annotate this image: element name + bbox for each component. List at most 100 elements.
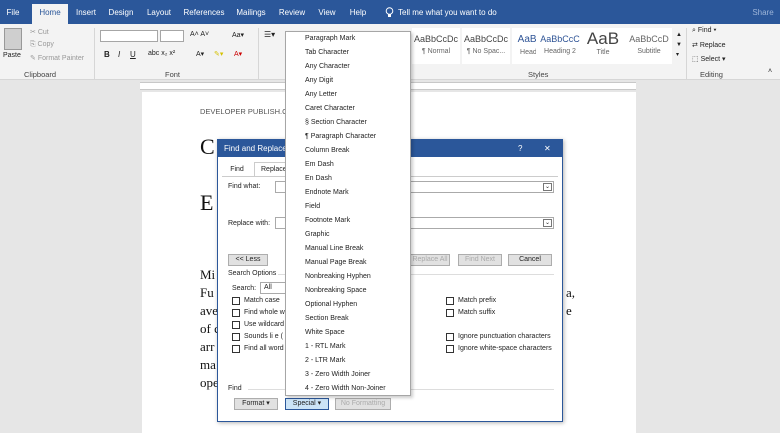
select-label: Select — [700, 56, 721, 63]
select-button[interactable]: ⬚ Select ▾ — [692, 55, 726, 63]
find-whole-words-checkbox[interactable] — [232, 309, 240, 317]
special-menu-item[interactable]: Tab Character — [305, 49, 349, 56]
less-button[interactable]: << Less — [228, 254, 268, 266]
style-no-spacing[interactable]: AaBbCcDc ¶ No Spac... — [462, 28, 510, 64]
tab-find[interactable]: Find — [224, 164, 250, 176]
italic-button[interactable]: I — [118, 50, 120, 59]
special-menu-item[interactable]: White Space — [305, 329, 345, 336]
format-painter-label: Format Painter — [37, 55, 85, 62]
collapse-ribbon-icon[interactable]: ˄ — [768, 68, 772, 75]
use-wildcards-checkbox[interactable] — [232, 321, 240, 329]
special-menu-item[interactable]: Any Letter — [305, 91, 337, 98]
special-menu-item[interactable]: Column Break — [305, 147, 349, 154]
search-icon: ⌕ — [692, 27, 696, 34]
share-button[interactable]: Share — [748, 0, 778, 24]
match-suffix-checkbox[interactable] — [446, 309, 454, 317]
find-all-word-forms-checkbox[interactable] — [232, 345, 240, 353]
special-menu-item[interactable]: 2 - LTR Mark — [305, 357, 345, 364]
ignore-whitespace-checkbox[interactable] — [446, 345, 454, 353]
doc-heading-cap: C — [200, 134, 215, 159]
match-case-checkbox[interactable] — [232, 297, 240, 305]
special-menu-item[interactable]: Endnote Mark — [305, 189, 349, 196]
change-case-icon[interactable]: Aa▾ — [232, 31, 244, 39]
cancel-button[interactable]: Cancel — [508, 254, 552, 266]
replace-all-button[interactable]: Replace All — [410, 254, 450, 266]
chevron-down-icon[interactable]: ⌄ — [543, 183, 552, 191]
underline-button[interactable]: U — [130, 50, 136, 59]
special-menu-item[interactable]: Section Break — [305, 315, 349, 322]
sounds-like-checkbox[interactable] — [232, 333, 240, 341]
font-name-field[interactable] — [100, 30, 158, 42]
special-menu-item[interactable]: En Dash — [305, 175, 332, 182]
font-size-field[interactable] — [160, 30, 184, 42]
no-formatting-button[interactable]: No Formatting — [335, 398, 391, 410]
format-painter-button[interactable]: ✎ Format Painter — [30, 54, 84, 62]
doc-line: ope — [200, 375, 219, 390]
special-menu-item[interactable]: ¶ Paragraph Character — [305, 133, 376, 140]
close-icon[interactable]: ✕ — [544, 140, 551, 157]
search-direction-select[interactable]: All — [260, 282, 286, 294]
tab-layout[interactable]: Layout — [142, 0, 176, 24]
help-button[interactable]: ? — [518, 140, 522, 157]
special-menu-item[interactable]: Optional Hyphen — [305, 301, 357, 308]
special-menu-item[interactable]: Footnote Mark — [305, 217, 350, 224]
replace-button[interactable]: ⇄ Replace — [692, 41, 726, 49]
special-menu-item[interactable]: Any Digit — [305, 77, 333, 84]
special-menu-item[interactable]: 4 - Zero Width Non-Joiner — [305, 385, 386, 392]
find-next-button[interactable]: Find Next — [458, 254, 502, 266]
replace-label: Replace — [699, 42, 726, 49]
tell-me-search[interactable]: Tell me what you want to do — [398, 0, 508, 24]
style-preview: AaBbCcDc — [413, 34, 458, 44]
tab-view[interactable]: View — [314, 0, 340, 24]
tab-help[interactable]: Help — [346, 0, 370, 24]
tab-review[interactable]: Review — [276, 0, 308, 24]
tab-mailings[interactable]: Mailings — [232, 0, 270, 24]
find-button[interactable]: ⌕ Find ▾ — [692, 27, 716, 35]
doc-line-fragment: e — [566, 303, 572, 318]
special-menu-item[interactable]: § Section Character — [305, 119, 367, 126]
tab-insert[interactable]: Insert — [72, 0, 100, 24]
style-normal[interactable]: AaBbCcDc ¶ Normal — [412, 28, 460, 64]
paste-button[interactable]: Paste — [3, 52, 21, 59]
tab-design[interactable]: Design — [104, 0, 138, 24]
find-what-label: Find what: — [228, 183, 261, 190]
special-menu-item[interactable]: Any Character — [305, 63, 350, 70]
tab-replace[interactable]: Replace — [254, 162, 288, 176]
text-effects-icon[interactable]: A▾ — [196, 50, 204, 58]
format-button[interactable]: Format ▾ — [234, 398, 278, 410]
style-heading-2[interactable]: AaBbCcC Heading 2 — [536, 28, 584, 64]
highlight-icon[interactable]: ✎▾ — [214, 50, 223, 58]
styles-group-label: Styles — [528, 70, 549, 79]
tab-file[interactable]: File — [2, 0, 24, 24]
chevron-down-icon[interactable]: ⌄ — [543, 219, 552, 227]
tab-references[interactable]: References — [180, 0, 228, 24]
use-wildcards-label: Use wildcard — [244, 321, 285, 328]
bold-button[interactable]: B — [104, 50, 110, 59]
style-title[interactable]: AaB Title — [580, 28, 626, 64]
special-button[interactable]: Special ▾ — [285, 398, 329, 410]
special-menu-item[interactable]: Caret Character — [305, 105, 355, 112]
styles-scroll-icon[interactable]: ▲ ▼ ▾ — [676, 30, 682, 60]
special-menu-item[interactable]: Nonbreaking Hyphen — [305, 273, 371, 280]
grow-shrink-font-icons[interactable]: A˄ A˅ — [190, 31, 209, 38]
bullets-icon[interactable]: ☰▾ — [264, 30, 275, 39]
cut-button[interactable]: ✂ Cut — [30, 28, 49, 36]
strikethrough-subscript-icons[interactable]: abc x₂ x² — [148, 50, 175, 57]
special-menu-item[interactable]: Manual Line Break — [305, 245, 363, 252]
special-menu-item[interactable]: Field — [305, 203, 320, 210]
style-subtitle[interactable]: AaBbCcD Subtitle — [626, 28, 672, 64]
special-menu-item[interactable]: Manual Page Break — [305, 259, 366, 266]
copy-button[interactable]: ⎘ Copy — [30, 41, 54, 49]
find-whole-words-label: Find whole wo — [244, 309, 289, 316]
special-menu-item[interactable]: Nonbreaking Space — [305, 287, 367, 294]
special-menu-item[interactable]: 3 - Zero Width Joiner — [305, 371, 370, 378]
special-menu-item[interactable]: Paragraph Mark — [305, 35, 355, 42]
special-menu-item[interactable]: Em Dash — [305, 161, 334, 168]
font-color-icon[interactable]: A▾ — [234, 50, 242, 58]
doc-line: Mi — [200, 267, 216, 282]
special-menu-item[interactable]: 1 - RTL Mark — [305, 343, 345, 350]
match-prefix-checkbox[interactable] — [446, 297, 454, 305]
ignore-punctuation-checkbox[interactable] — [446, 333, 454, 341]
special-menu: Paragraph Mark Tab Character Any Character… — [285, 31, 411, 396]
special-menu-item[interactable]: Graphic — [305, 231, 330, 238]
